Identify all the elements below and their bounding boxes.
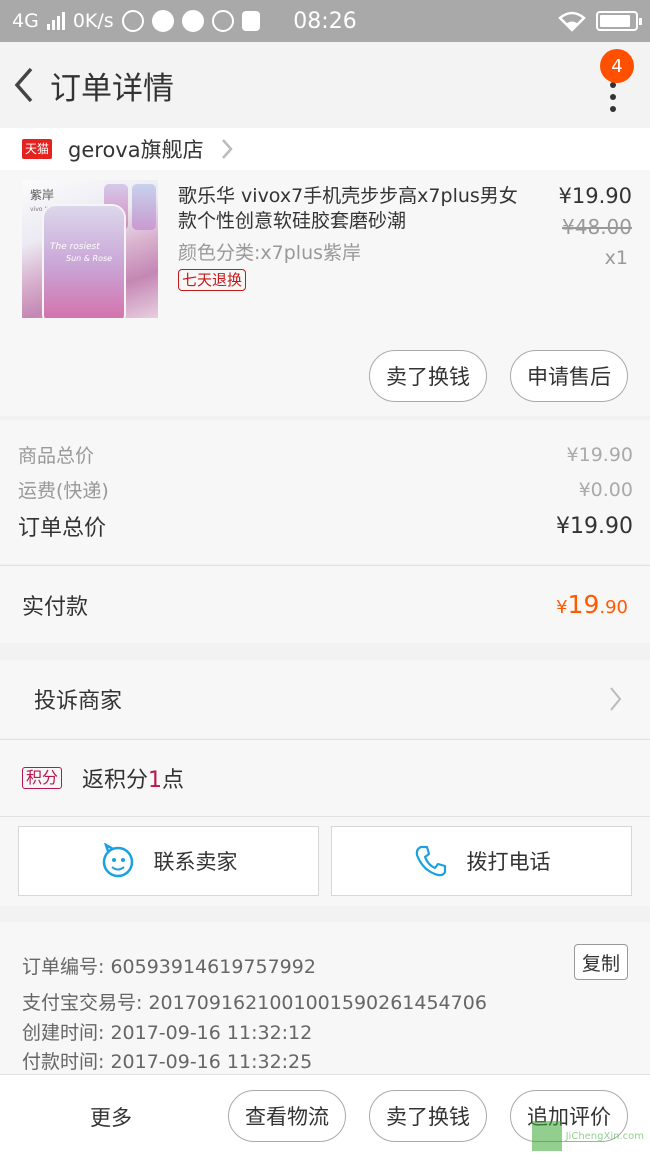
watermark-text: JiChengXin.com [565, 1130, 644, 1142]
shop-row[interactable]: 天猫 gerova旗舰店 [0, 128, 650, 170]
points-prefix: 返积分 [82, 768, 149, 793]
points-tag: 积分 [22, 767, 63, 789]
network-type: 4G [12, 10, 39, 32]
qq-icon [121, 10, 144, 32]
shipping-row: 运费(快递) ¥0.00 [18, 476, 633, 503]
product-original-price: ¥48.00 [562, 215, 632, 239]
order-info-section: 订单编号: 60593914619757992 复制 支付宝交易号: 20170… [0, 922, 650, 1074]
product-sku: 颜色分类:x7plus紫岸 [178, 242, 362, 264]
status-left: 4G 0K/s [12, 10, 260, 32]
view-logistics-button[interactable]: 查看物流 [228, 1090, 346, 1142]
message-badge[interactable]: 4 [600, 49, 634, 83]
paid-decimal: .90 [599, 597, 628, 618]
shipping-label: 运费(快递) [18, 480, 109, 502]
shipping-value: ¥0.00 [578, 478, 633, 501]
chevron-left-icon [14, 67, 33, 103]
points-number: 1 [148, 768, 163, 793]
navigation-header: 订单详情 4 [0, 42, 650, 128]
order-total-label: 订单总价 [18, 516, 107, 541]
product-title[interactable]: 歌乐华 vivox7手机壳步步高x7plus男女款个性创意软硅胶套磨砂潮 [178, 184, 523, 234]
phone-case-preview [132, 184, 156, 230]
network-speed: 0K/s [72, 10, 114, 32]
phone-icon [415, 845, 446, 877]
bag-icon [241, 11, 260, 31]
paid-time: 付款时间: 2017-09-16 11:32:25 [22, 1051, 313, 1073]
battery-icon [596, 11, 642, 31]
points-text: 返积分1点 [82, 762, 184, 794]
paid-currency: ¥ [556, 597, 568, 618]
page-title: 订单详情 [50, 70, 174, 107]
back-button[interactable] [2, 42, 46, 128]
after-sale-button[interactable]: 申请售后 [510, 350, 628, 402]
bottom-action-bar: 更多 查看物流 卖了换钱 追加评价 JiChengXin.com [0, 1074, 650, 1155]
product-quantity: x1 [604, 247, 628, 269]
price-summary: 商品总价 ¥19.90 运费(快递) ¥0.00 订单总价 ¥19.90 [0, 420, 650, 564]
paid-label: 实付款 [22, 594, 89, 620]
contact-section: 联系卖家 拨打电话 [0, 816, 650, 906]
complain-label: 投诉商家 [34, 689, 123, 714]
image-script: The rosiest [50, 242, 100, 252]
goods-total-value: ¥19.90 [566, 443, 633, 466]
dot-icon [610, 94, 616, 100]
app-icon [151, 10, 174, 32]
status-bar: 4G 0K/s 08:26 [0, 0, 650, 42]
more-button[interactable]: 更多 [90, 1102, 132, 1132]
dot-icon [610, 106, 616, 112]
chevron-right-icon [221, 139, 233, 159]
goods-total-label: 商品总价 [18, 445, 95, 467]
order-total-row: 订单总价 ¥19.90 [18, 510, 633, 542]
created-time: 创建时间: 2017-09-16 11:32:12 [22, 1022, 313, 1044]
order-total-value: ¥19.90 [556, 513, 633, 539]
product-price: ¥19.90 [558, 184, 632, 208]
shop-name[interactable]: gerova旗舰店 [68, 134, 204, 164]
paid-integer: 19 [567, 590, 600, 619]
wifi-icon [558, 11, 586, 32]
points-suffix: 点 [162, 768, 185, 793]
complain-seller-row[interactable]: 投诉商家 [0, 660, 650, 738]
more-options-button[interactable] [606, 82, 620, 112]
sell-button[interactable]: 卖了换钱 [369, 350, 487, 402]
return-policy-tag: 七天退换 [178, 269, 247, 291]
call-phone-button[interactable]: 拨打电话 [331, 826, 632, 896]
points-row: 积分 返积分1点 [0, 739, 650, 816]
chat-icon [181, 10, 204, 32]
watermark-icon [531, 1121, 562, 1151]
copy-button[interactable]: 复制 [574, 944, 628, 980]
contact-seller-label: 联系卖家 [153, 850, 238, 874]
signal-icon [46, 12, 65, 30]
status-right [558, 10, 642, 32]
sell-button-bottom[interactable]: 卖了换钱 [369, 1090, 487, 1142]
order-number: 订单编号: 60593914619757992 [22, 956, 316, 978]
image-script: Sun & Rose [66, 254, 113, 263]
product-image[interactable]: 紫岸 vivo X7plus 紫岸 The rosiest Sun & Rose [22, 180, 158, 318]
call-phone-label: 拨打电话 [466, 850, 551, 874]
image-label: 紫岸 [30, 188, 55, 202]
alipay-number: 支付宝交易号: 2017091621001001590261454706 [22, 992, 487, 1014]
watermark-logo: JiChengXin.com [531, 1121, 644, 1151]
paid-amount-row: 实付款 ¥19.90 [0, 565, 650, 643]
chat-bubble-icon [102, 843, 133, 878]
android-icon [211, 10, 234, 32]
chevron-right-icon [610, 687, 622, 711]
tmall-logo: 天猫 [22, 139, 53, 159]
contact-seller-button[interactable]: 联系卖家 [18, 826, 319, 896]
paid-value: ¥19.90 [556, 590, 628, 619]
product-item: 紫岸 vivo X7plus 紫岸 The rosiest Sun & Rose… [0, 170, 650, 416]
goods-total-row: 商品总价 ¥19.90 [18, 441, 633, 468]
